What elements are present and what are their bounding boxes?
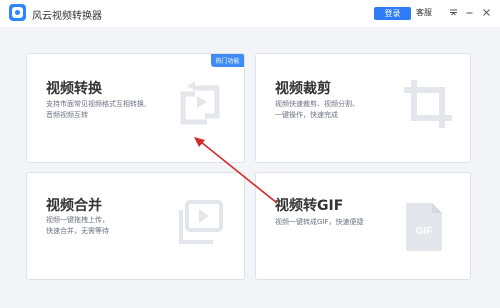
card-title: 视频转换 [46, 81, 102, 97]
crop-icon [404, 80, 452, 128]
card-description: 视频一键拖拽上传， 快速合并，无需等待 [46, 216, 109, 235]
card-description: 视频一键转成GIF，快速便捷 [275, 218, 364, 226]
card-title: 视频裁剪 [275, 81, 331, 97]
gif-label: GIF [415, 226, 433, 237]
card-video-merge[interactable]: 视频合并 视频一键拖拽上传， 快速合并，无需等待 [26, 172, 245, 280]
hot-feature-badge: 热门功能 [211, 54, 244, 67]
close-icon[interactable] [480, 6, 492, 19]
customer-service-link[interactable]: 客服 [416, 7, 432, 18]
card-title: 视频合并 [46, 198, 102, 214]
app-title: 风云视频转换器 [32, 11, 102, 22]
convert-icon [180, 81, 220, 125]
app-logo-icon [9, 4, 26, 21]
login-button[interactable]: 登录 [374, 7, 411, 20]
minimize-icon[interactable] [463, 6, 475, 19]
merge-icon [179, 200, 223, 244]
menu-icon[interactable] [447, 6, 459, 19]
card-title: 视频转GIF [275, 198, 344, 214]
gif-file-icon: GIF [402, 201, 446, 253]
title-bar: 风云视频转换器 登录 客服 [0, 0, 500, 27]
card-video-crop[interactable]: 视频裁剪 视频快速裁剪、视频分割、 一键操作，快速完成 [255, 53, 471, 163]
card-video-to-gif[interactable]: 视频转GIF 视频一键转成GIF，快速便捷 GIF [255, 172, 471, 280]
card-description: 视频快速裁剪、视频分割、 一键操作，快速完成 [275, 100, 359, 119]
card-video-convert[interactable]: 热门功能 视频转换 支持市面常见视频格式互相转换, 音频视频互转 [26, 53, 245, 163]
card-description: 支持市面常见视频格式互相转换, 音频视频互转 [46, 100, 147, 119]
